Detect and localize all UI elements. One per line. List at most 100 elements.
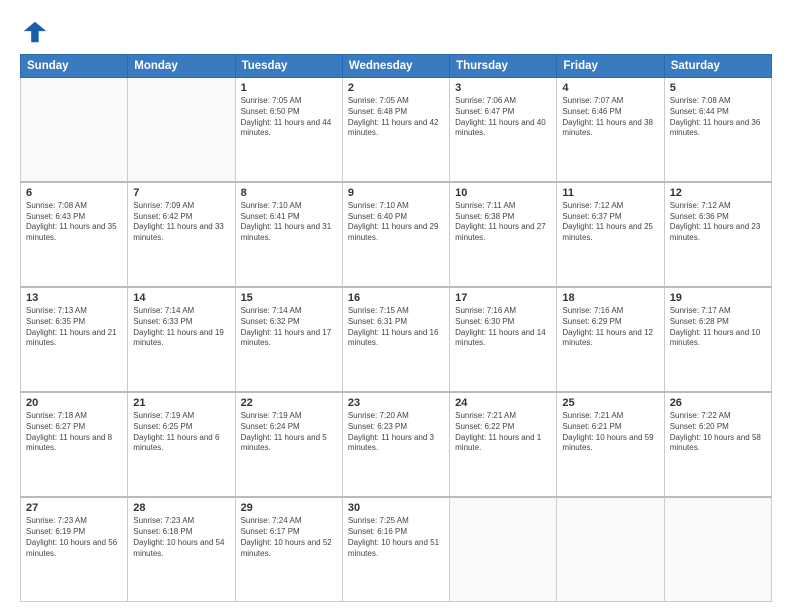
calendar-day-cell: 15 Sunrise: 7:14 AM Sunset: 6:32 PM Dayli… [235,287,342,392]
calendar-day-cell: 3 Sunrise: 7:06 AM Sunset: 6:47 PM Daylig… [450,78,557,182]
calendar-day-cell: 5 Sunrise: 7:08 AM Sunset: 6:44 PM Daylig… [664,78,771,182]
day-info: Sunrise: 7:16 AM Sunset: 6:30 PM Dayligh… [455,306,551,349]
day-number: 12 [670,187,766,199]
day-number: 27 [26,502,122,514]
day-number: 3 [455,82,551,94]
day-number: 20 [26,397,122,409]
day-info: Sunrise: 7:11 AM Sunset: 6:38 PM Dayligh… [455,201,551,244]
calendar-day-cell: 22 Sunrise: 7:19 AM Sunset: 6:24 PM Dayli… [235,392,342,497]
calendar-day-cell: 7 Sunrise: 7:09 AM Sunset: 6:42 PM Daylig… [128,182,235,287]
day-info: Sunrise: 7:20 AM Sunset: 6:23 PM Dayligh… [348,411,444,454]
day-number: 26 [670,397,766,409]
logo-area [20,18,50,46]
day-info: Sunrise: 7:14 AM Sunset: 6:32 PM Dayligh… [241,306,337,349]
day-number: 8 [241,187,337,199]
day-number: 2 [348,82,444,94]
calendar-day-header: Monday [128,55,235,78]
day-number: 28 [133,502,229,514]
calendar-table: SundayMondayTuesdayWednesdayThursdayFrid… [20,54,772,602]
calendar-day-cell: 4 Sunrise: 7:07 AM Sunset: 6:46 PM Daylig… [557,78,664,182]
day-number: 24 [455,397,551,409]
header [20,18,772,46]
day-info: Sunrise: 7:15 AM Sunset: 6:31 PM Dayligh… [348,306,444,349]
calendar-day-cell [450,497,557,601]
page: SundayMondayTuesdayWednesdayThursdayFrid… [0,0,792,612]
calendar-day-cell: 21Sunrise: 7:19 AM Sunset: 6:25 PM Dayli… [128,392,235,497]
day-number: 9 [348,187,444,199]
day-number: 18 [562,292,658,304]
calendar-day-cell: 20 Sunrise: 7:18 AM Sunset: 6:27 PM Dayli… [21,392,128,497]
day-info: Sunrise: 7:12 AM Sunset: 6:36 PM Dayligh… [670,201,766,244]
day-info: Sunrise: 7:06 AM Sunset: 6:47 PM Dayligh… [455,96,551,139]
day-info: Sunrise: 7:05 AM Sunset: 6:50 PM Dayligh… [241,96,337,139]
day-info: Sunrise: 7:16 AM Sunset: 6:29 PM Dayligh… [562,306,658,349]
day-number: 23 [348,397,444,409]
calendar-week-row: 1 Sunrise: 7:05 AM Sunset: 6:50 PM Daylig… [21,78,772,182]
day-info: Sunrise: 7:08 AM Sunset: 6:43 PM Dayligh… [26,201,122,244]
day-info: Sunrise: 7:05 AM Sunset: 6:48 PM Dayligh… [348,96,444,139]
day-number: 17 [455,292,551,304]
day-info: Sunrise: 7:12 AM Sunset: 6:37 PM Dayligh… [562,201,658,244]
calendar-day-header: Sunday [21,55,128,78]
day-number: 15 [241,292,337,304]
day-number: 14 [133,292,229,304]
calendar-day-cell: 16Sunrise: 7:15 AM Sunset: 6:31 PM Dayli… [342,287,449,392]
day-info: Sunrise: 7:21 AM Sunset: 6:21 PM Dayligh… [562,411,658,454]
day-info: Sunrise: 7:23 AM Sunset: 6:18 PM Dayligh… [133,516,229,559]
calendar-week-row: 27 Sunrise: 7:23 AM Sunset: 6:19 PM Dayli… [21,497,772,601]
calendar-day-header: Friday [557,55,664,78]
day-number: 19 [670,292,766,304]
calendar-day-cell: 13Sunrise: 7:13 AM Sunset: 6:35 PM Dayli… [21,287,128,392]
day-info: Sunrise: 7:14 AM Sunset: 6:33 PM Dayligh… [133,306,229,349]
calendar-day-cell: 1 Sunrise: 7:05 AM Sunset: 6:50 PM Daylig… [235,78,342,182]
day-number: 29 [241,502,337,514]
calendar-day-cell [128,78,235,182]
day-number: 4 [562,82,658,94]
calendar-day-cell: 19 Sunrise: 7:17 AM Sunset: 6:28 PM Dayli… [664,287,771,392]
day-number: 11 [562,187,658,199]
calendar-day-cell: 26Sunrise: 7:22 AM Sunset: 6:20 PM Dayli… [664,392,771,497]
day-info: Sunrise: 7:09 AM Sunset: 6:42 PM Dayligh… [133,201,229,244]
day-info: Sunrise: 7:08 AM Sunset: 6:44 PM Dayligh… [670,96,766,139]
day-number: 30 [348,502,444,514]
calendar-day-cell [21,78,128,182]
calendar-day-cell: 17 Sunrise: 7:16 AM Sunset: 6:30 PM Dayli… [450,287,557,392]
calendar-day-cell: 8 Sunrise: 7:10 AM Sunset: 6:41 PM Daylig… [235,182,342,287]
calendar-day-cell: 24 Sunrise: 7:21 AM Sunset: 6:22 PM Dayli… [450,392,557,497]
calendar-day-header: Wednesday [342,55,449,78]
calendar-day-cell: 9 Sunrise: 7:10 AM Sunset: 6:40 PM Daylig… [342,182,449,287]
calendar-day-header: Saturday [664,55,771,78]
calendar-day-cell: 23 Sunrise: 7:20 AM Sunset: 6:23 PM Dayli… [342,392,449,497]
calendar-week-row: 13Sunrise: 7:13 AM Sunset: 6:35 PM Dayli… [21,287,772,392]
day-number: 5 [670,82,766,94]
day-number: 25 [562,397,658,409]
calendar-day-header: Thursday [450,55,557,78]
day-info: Sunrise: 7:18 AM Sunset: 6:27 PM Dayligh… [26,411,122,454]
day-info: Sunrise: 7:24 AM Sunset: 6:17 PM Dayligh… [241,516,337,559]
day-info: Sunrise: 7:19 AM Sunset: 6:24 PM Dayligh… [241,411,337,454]
calendar-day-cell: 18 Sunrise: 7:16 AM Sunset: 6:29 PM Dayli… [557,287,664,392]
day-number: 6 [26,187,122,199]
calendar-day-cell: 2 Sunrise: 7:05 AM Sunset: 6:48 PM Daylig… [342,78,449,182]
day-info: Sunrise: 7:10 AM Sunset: 6:41 PM Dayligh… [241,201,337,244]
day-info: Sunrise: 7:07 AM Sunset: 6:46 PM Dayligh… [562,96,658,139]
day-info: Sunrise: 7:23 AM Sunset: 6:19 PM Dayligh… [26,516,122,559]
logo-icon [20,18,48,46]
calendar-day-cell: 10 Sunrise: 7:11 AM Sunset: 6:38 PM Dayli… [450,182,557,287]
day-number: 22 [241,397,337,409]
day-number: 10 [455,187,551,199]
day-info: Sunrise: 7:10 AM Sunset: 6:40 PM Dayligh… [348,201,444,244]
day-number: 1 [241,82,337,94]
calendar-day-cell [557,497,664,601]
day-number: 13 [26,292,122,304]
calendar-day-cell: 25 Sunrise: 7:21 AM Sunset: 6:21 PM Dayli… [557,392,664,497]
calendar-day-cell: 14 Sunrise: 7:14 AM Sunset: 6:33 PM Dayli… [128,287,235,392]
calendar-day-cell [664,497,771,601]
day-info: Sunrise: 7:17 AM Sunset: 6:28 PM Dayligh… [670,306,766,349]
calendar-day-cell: 29 Sunrise: 7:24 AM Sunset: 6:17 PM Dayli… [235,497,342,601]
day-number: 7 [133,187,229,199]
calendar-day-cell: 11 Sunrise: 7:12 AM Sunset: 6:37 PM Dayli… [557,182,664,287]
calendar-week-row: 6 Sunrise: 7:08 AM Sunset: 6:43 PM Daylig… [21,182,772,287]
day-info: Sunrise: 7:21 AM Sunset: 6:22 PM Dayligh… [455,411,551,454]
calendar-header-row: SundayMondayTuesdayWednesdayThursdayFrid… [21,55,772,78]
